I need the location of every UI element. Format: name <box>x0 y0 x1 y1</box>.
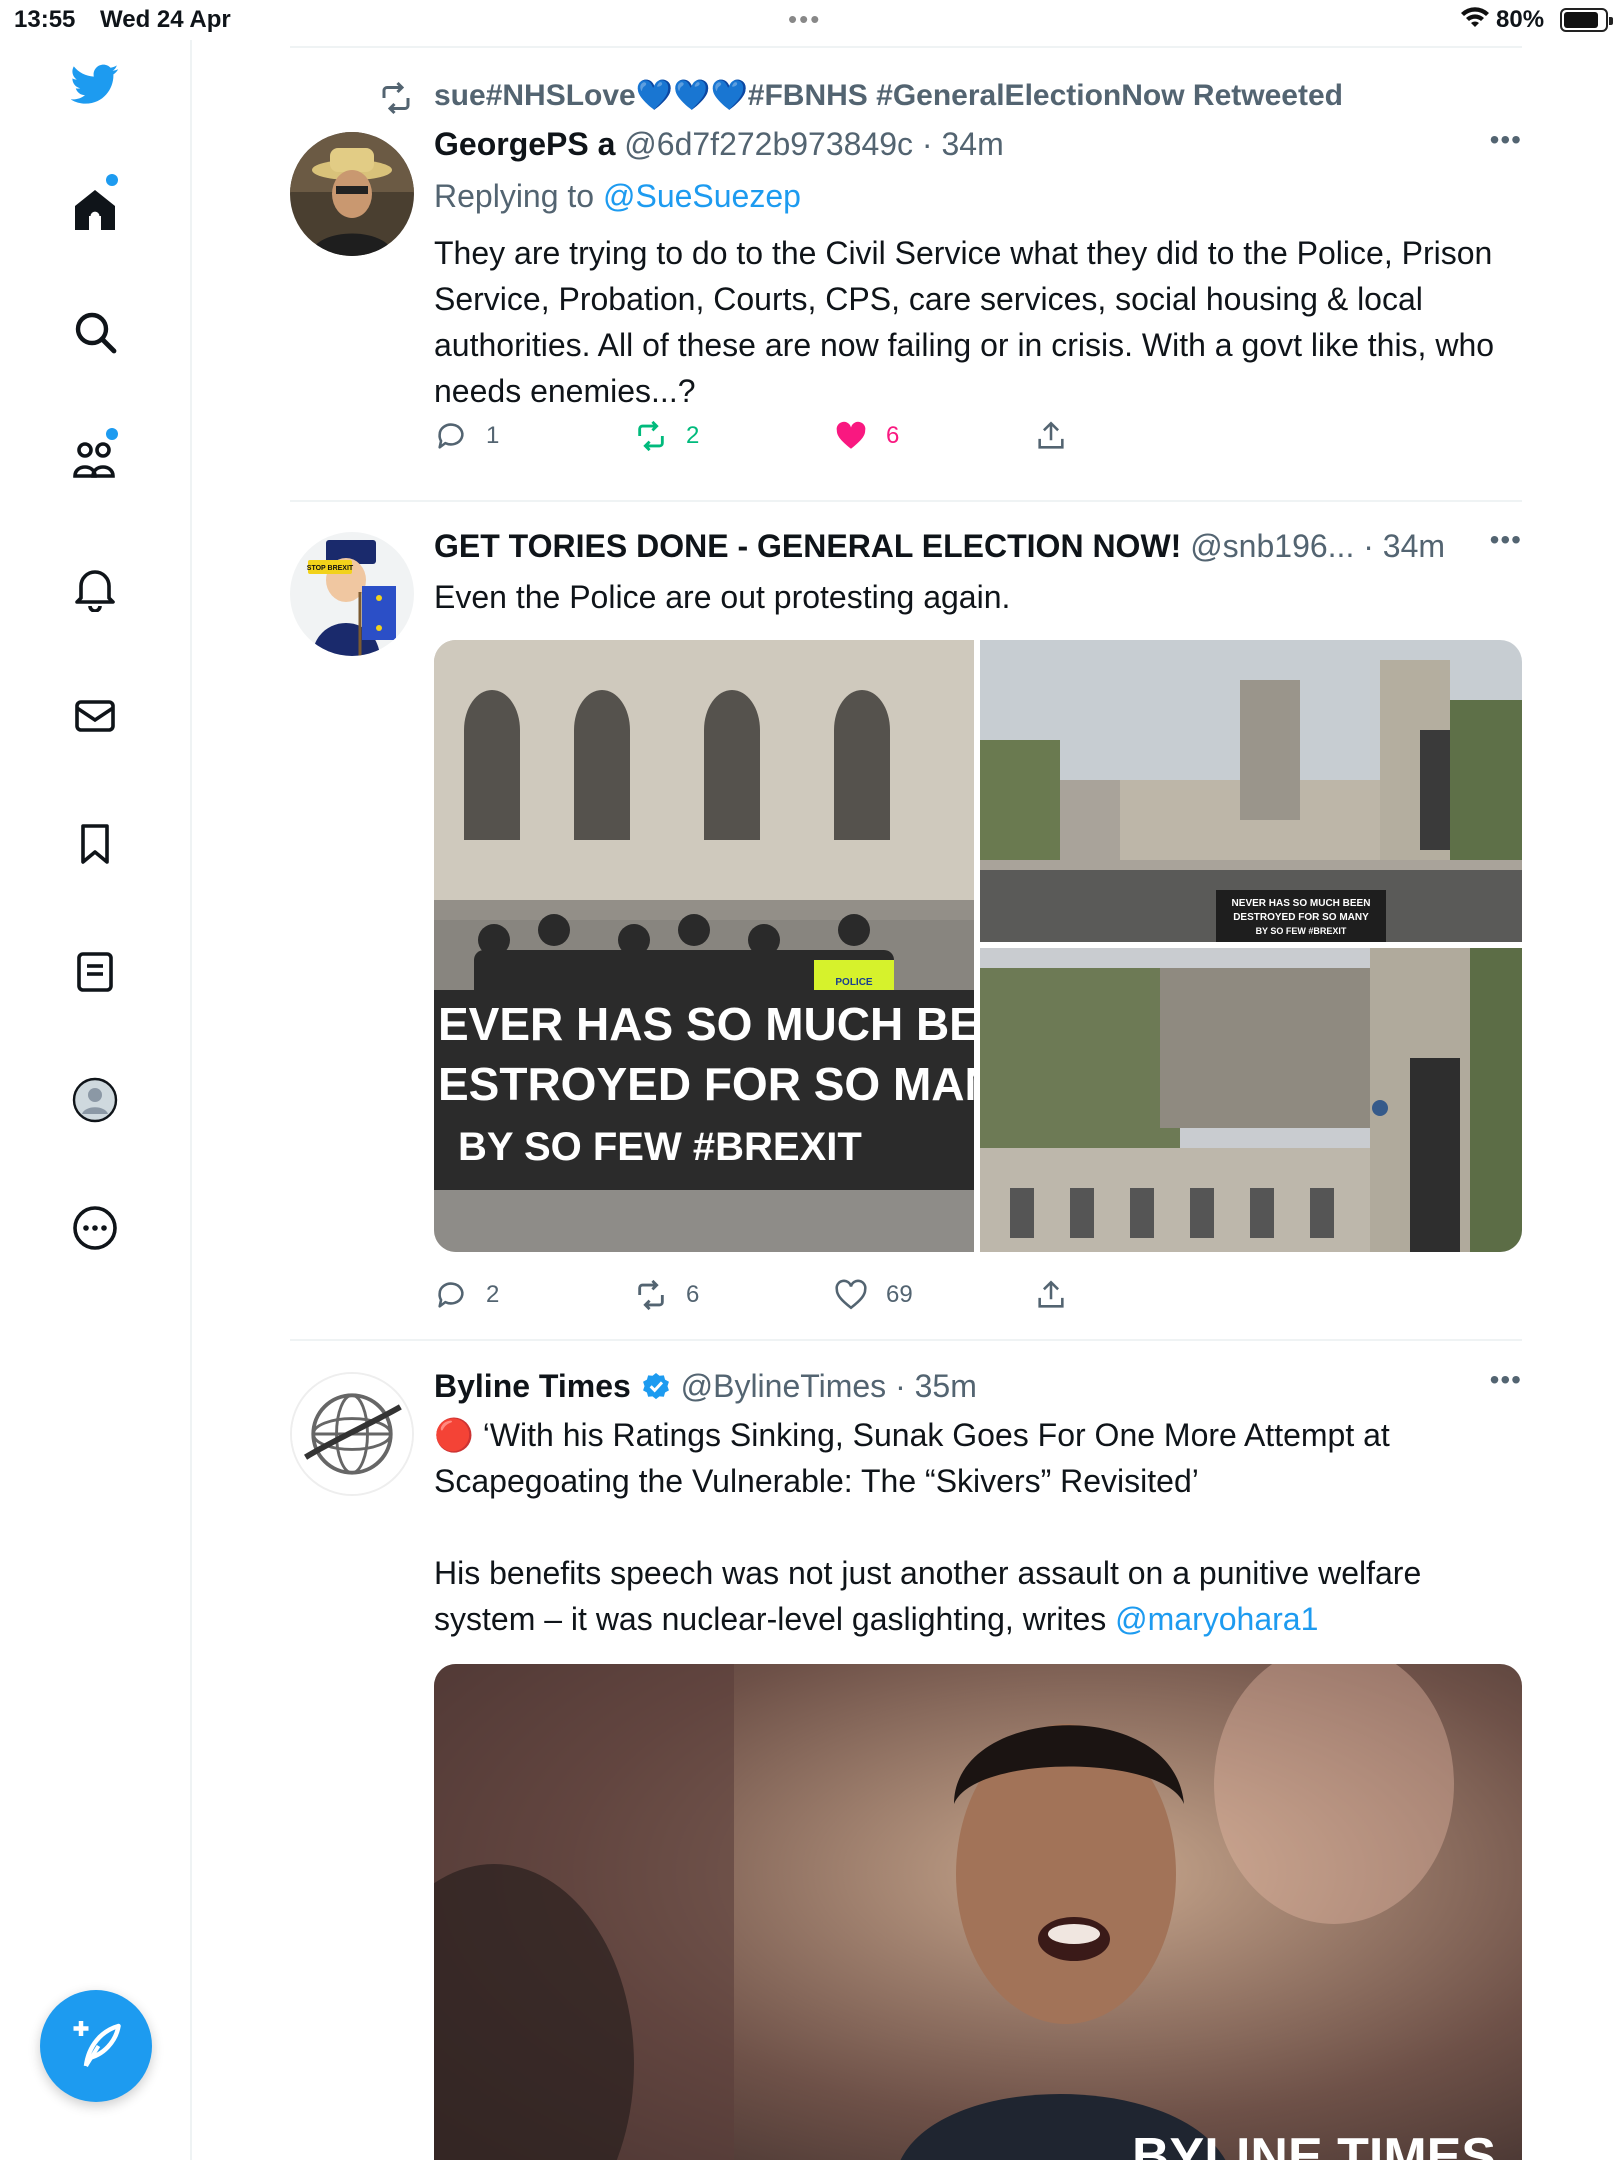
communities-icon[interactable] <box>71 436 119 484</box>
banner-line: ESTROYED FOR SO MAN <box>438 1058 974 1110</box>
share-icon <box>1038 1280 1064 1308</box>
tweet-time[interactable]: 34m <box>941 126 1003 162</box>
compose-tweet-button[interactable] <box>40 1990 152 2102</box>
tweet-divider <box>290 500 1522 502</box>
reply-icon <box>438 423 464 449</box>
red-circle-emoji: 🔴 <box>434 1417 474 1453</box>
tweet-text: His benefits speech was not just another… <box>434 1555 1422 1637</box>
tweet[interactable]: sue#NHSLove💙💙💙#FBNHS #GeneralElectionNow… <box>290 60 1522 500</box>
reply-button[interactable]: 1 <box>434 416 499 456</box>
banner-line: NEVER HAS SO MUCH BEEN <box>1232 898 1371 909</box>
like-count: 69 <box>886 1281 913 1308</box>
tweet-text: They are trying to do to the Civil Servi… <box>434 235 1495 409</box>
reply-count: 2 <box>486 1281 500 1308</box>
verified-badge-icon <box>642 1373 669 1400</box>
reply-button[interactable]: 2 <box>434 1275 499 1315</box>
status-bar: 13:55 Wed 24 Apr ••• 80% <box>0 0 1620 40</box>
protest-photo-top-right[interactable]: NEVER HAS SO MUCH BEEN DESTROYED FOR SO … <box>980 640 1522 942</box>
battery-percent: 80% <box>1496 6 1545 33</box>
status-date: Wed 24 Apr <box>100 6 231 33</box>
reply-count: 1 <box>486 422 500 449</box>
multitasking-dots-icon[interactable]: ••• <box>788 4 821 35</box>
reply-icon <box>438 1282 464 1308</box>
retweet-count: 2 <box>686 422 700 449</box>
avatar[interactable]: STOP BREXIT <box>290 532 414 656</box>
replying-prefix: Replying to <box>434 178 595 214</box>
tweet[interactable]: Byline Times @BylineTimes · 35m ••• 🔴 ‘W… <box>290 1360 1522 2160</box>
author-handle[interactable]: @snb196... <box>1190 528 1354 564</box>
home-icon[interactable] <box>71 186 119 234</box>
messages-envelope-icon[interactable] <box>71 692 119 740</box>
westminster-photo-bottom-right[interactable] <box>980 948 1522 1252</box>
retweet-button[interactable]: 6 <box>634 1275 699 1315</box>
twitter-logo-icon[interactable] <box>70 60 119 108</box>
retweet-context: sue#NHSLove💙💙💙#FBNHS #GeneralElectionNow… <box>382 78 1343 115</box>
retweet-icon <box>638 420 664 452</box>
bookmarks-icon[interactable] <box>71 820 119 868</box>
retweet-count: 6 <box>686 1281 700 1308</box>
avatar-sign-text: STOP BREXIT <box>307 565 354 572</box>
police-label: POLICE <box>835 977 873 988</box>
avatar[interactable] <box>290 1372 414 1496</box>
replying-to-link[interactable]: @SueSuezep <box>603 178 801 214</box>
tweet-text: Even the Police are out protesting again… <box>434 579 1011 615</box>
compose-icon <box>73 2021 121 2068</box>
lists-icon[interactable] <box>71 948 119 996</box>
retweet-icon <box>638 1279 664 1311</box>
home-notification-dot <box>106 174 118 186</box>
wifi-icon <box>1461 7 1489 27</box>
profile-avatar-icon[interactable] <box>71 1076 119 1124</box>
share-icon <box>1038 421 1064 449</box>
author-handle[interactable]: @6d7f272b973849c <box>624 126 913 162</box>
battery-icon <box>1560 8 1613 32</box>
notifications-bell-icon[interactable] <box>71 564 119 613</box>
more-options-icon[interactable]: ••• <box>1490 1364 1522 1396</box>
author-name[interactable]: GeorgePS a <box>434 126 615 162</box>
article-image[interactable]: BYLINE TIMES <box>434 1664 1522 2160</box>
tweet-headline: 🔴 ‘With his Ratings Sinking, Sunak Goes … <box>434 1417 1390 1499</box>
tweet-time[interactable]: 34m <box>1383 528 1445 564</box>
more-options-icon[interactable]: ••• <box>1490 124 1522 156</box>
avatar[interactable] <box>290 132 414 256</box>
author-name[interactable]: GET TORIES DONE - GENERAL ELECTION NOW! <box>434 528 1181 564</box>
tweet[interactable]: STOP BREXIT GET TORIES DONE - GENERAL EL… <box>290 520 1522 1339</box>
tweet-time[interactable]: 35m <box>915 1368 977 1404</box>
more-options-icon[interactable] <box>71 1204 119 1252</box>
share-button[interactable] <box>1034 1275 1086 1315</box>
search-icon[interactable] <box>71 308 119 356</box>
more-options-icon[interactable]: ••• <box>1490 524 1522 556</box>
retweet-button[interactable]: 2 <box>634 416 699 456</box>
author-handle[interactable]: @BylineTimes <box>681 1368 887 1404</box>
banner-line: BY SO FEW #BREXIT <box>458 1125 862 1169</box>
like-count: 6 <box>886 422 900 449</box>
author-name[interactable]: Byline Times <box>434 1368 631 1404</box>
share-button[interactable] <box>1034 416 1086 456</box>
status-time: 13:55 <box>14 6 76 33</box>
banner-line: EVER HAS SO MUCH BEI <box>438 998 974 1050</box>
mention-link[interactable]: @maryohara1 <box>1115 1601 1318 1637</box>
retweet-context-text: sue#NHSLove💙💙💙#FBNHS #GeneralElectionNow… <box>434 79 1343 112</box>
heart-icon <box>835 1279 867 1310</box>
sidebar <box>0 40 192 2160</box>
banner-line: BY SO FEW #BREXIT <box>1256 926 1347 936</box>
feed-top-divider <box>290 46 1522 48</box>
banner-line: DESTROYED FOR SO MANY <box>1233 912 1369 923</box>
like-button[interactable]: 6 <box>834 416 899 456</box>
heart-filled-icon <box>836 421 866 449</box>
image-watermark: BYLINE TIMES <box>1132 2128 1496 2160</box>
retweet-icon <box>382 81 410 115</box>
protest-photo-left[interactable]: POLICE EVER HAS SO MUCH BEI ESTROYED FOR… <box>434 640 974 1252</box>
tweet-media-grid[interactable]: POLICE EVER HAS SO MUCH BEI ESTROYED FOR… <box>434 640 1522 1252</box>
like-button[interactable]: 69 <box>834 1275 913 1315</box>
communities-notification-dot <box>106 428 118 440</box>
tweet-divider <box>290 1339 1522 1341</box>
